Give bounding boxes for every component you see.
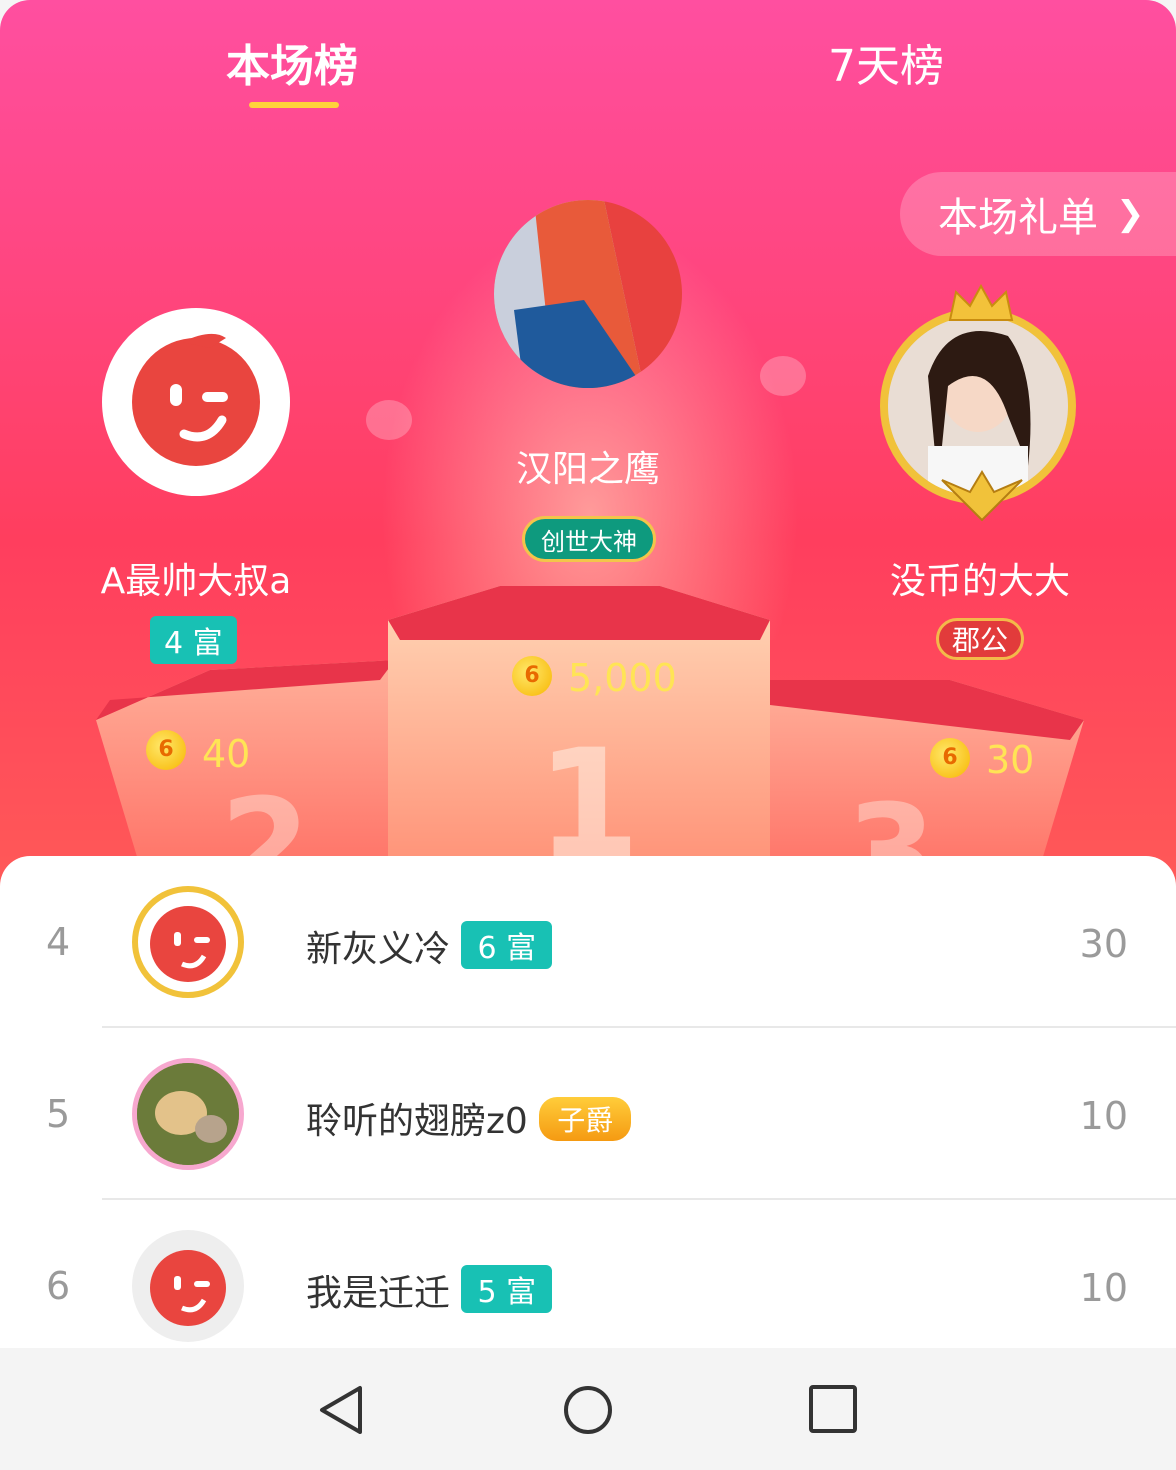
second-place-level-badge: 4 富 [150, 616, 237, 664]
coin-icon: 6 [930, 738, 970, 778]
coin-icon: 6 [146, 730, 186, 770]
recent-square-icon[interactable] [808, 1384, 858, 1434]
tab-seven-days[interactable]: 7天榜 [828, 30, 944, 94]
avatar[interactable] [132, 886, 244, 998]
tab-current-session[interactable]: 本场榜 [226, 30, 358, 94]
first-place-title-badge: 创世大神 [522, 516, 656, 562]
first-place-avatar[interactable] [494, 200, 682, 388]
second-place-name: A最帅大叔a [100, 561, 292, 602]
system-nav-bar [0, 1348, 1176, 1470]
tab-indicator [249, 102, 339, 108]
third-place-name: 没币的大大 [889, 561, 1070, 602]
third-place-coins: 30 [986, 738, 1035, 782]
list-item[interactable]: 5 聆听的翅膀z0 子爵 10 [0, 1028, 1176, 1200]
list-item[interactable]: 6 我是迁迁 5 富 10 [0, 1200, 1176, 1348]
second-place-coins: 40 [202, 732, 251, 776]
ranking-header: 本场榜 7天榜 本场礼单 ❯ 1 2 3 汉阳之鹰 创世大神 6 5,000 A… [0, 0, 1176, 900]
noble-title-badge: 子爵 [539, 1097, 632, 1141]
avatar[interactable] [132, 1230, 244, 1342]
contribution-value: 10 [1079, 1094, 1128, 1138]
bubble-decoration [760, 356, 806, 396]
gift-list-button[interactable]: 本场礼单 ❯ [900, 172, 1176, 256]
first-place-name: 汉阳之鹰 [515, 449, 660, 490]
bubble-decoration [366, 400, 412, 440]
user-name: 我是迁迁 5 富 [306, 1264, 553, 1316]
wings-emblem-icon [941, 470, 1023, 522]
gift-list-label: 本场礼单 [938, 195, 1098, 241]
third-place-title-badge: 郡公 [936, 618, 1024, 660]
first-place-coins: 5,000 [568, 656, 677, 700]
chevron-right-icon: ❯ [1116, 194, 1145, 234]
rank-number: 6 [46, 1264, 71, 1308]
ranking-list: 4 新灰义冷 6 富 30 5 聆听的翅膀z0 子爵 10 6 我是迁迁 5 富… [0, 856, 1176, 1348]
back-triangle-icon[interactable] [316, 1384, 368, 1436]
rank-number: 5 [46, 1092, 71, 1136]
second-place-avatar[interactable] [102, 308, 290, 496]
crown-icon [948, 284, 1014, 321]
user-name: 聆听的翅膀z0 子爵 [306, 1092, 632, 1144]
contribution-value: 30 [1079, 922, 1128, 966]
contribution-value: 10 [1079, 1266, 1128, 1310]
list-item[interactable]: 4 新灰义冷 6 富 30 [0, 856, 1176, 1028]
home-circle-icon[interactable] [562, 1384, 614, 1436]
rank-number: 4 [46, 920, 71, 964]
user-name: 新灰义冷 6 富 [306, 920, 553, 972]
avatar[interactable] [132, 1058, 244, 1170]
wealth-level-badge: 6 富 [461, 921, 553, 969]
coin-icon: 6 [512, 656, 552, 696]
wealth-level-badge: 5 富 [461, 1265, 553, 1313]
